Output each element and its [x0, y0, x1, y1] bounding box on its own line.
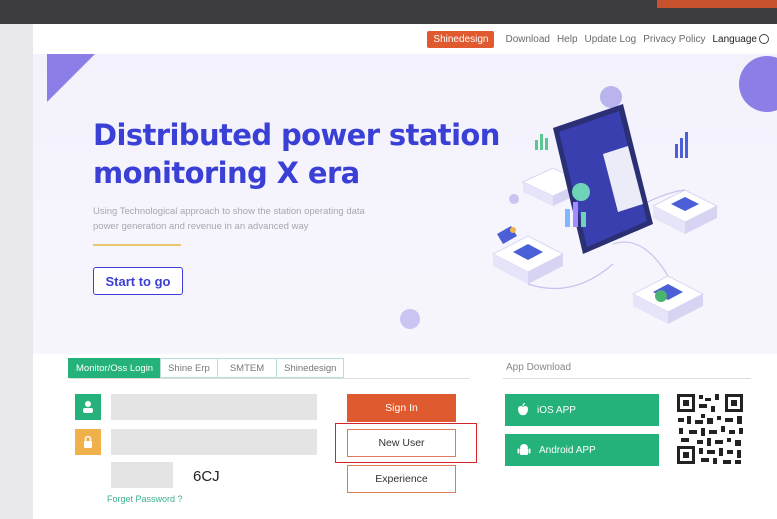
hero-title-line2: monitoring X era — [93, 156, 360, 190]
experience-button[interactable]: Experience — [347, 465, 456, 493]
hero-description: Using Technological approach to show the… — [93, 204, 433, 234]
start-to-go-button[interactable]: Start to go — [93, 267, 183, 295]
globe-icon — [759, 34, 769, 44]
decorative-triangle — [47, 54, 95, 102]
nav-update-log[interactable]: Update Log — [585, 34, 637, 45]
forgot-password-link[interactable]: Forget Password ? — [107, 494, 183, 504]
sign-in-button[interactable]: Sign In — [347, 394, 456, 422]
nav-privacy-policy[interactable]: Privacy Policy — [643, 34, 705, 45]
language-selector[interactable]: Language — [712, 33, 769, 45]
password-input[interactable] — [111, 429, 317, 455]
nav-download[interactable]: Download — [505, 34, 549, 45]
ios-app-button[interactable]: iOS APP — [505, 394, 659, 426]
captcha-code[interactable]: 6CJ — [193, 468, 220, 485]
browser-top-bar — [0, 0, 777, 24]
android-icon — [517, 444, 531, 455]
tab-shine-erp[interactable]: Shine Erp — [160, 358, 218, 378]
hero-divider — [93, 244, 181, 246]
qr-code-icon — [675, 392, 745, 466]
satellite-icon — [497, 226, 517, 244]
hero-title: Distributed power station monitoring X e… — [93, 116, 513, 192]
nav-help[interactable]: Help — [557, 34, 578, 45]
hero-desc-line1: Using Technological approach to show the… — [93, 206, 365, 217]
top-bar-accent — [657, 0, 777, 8]
apple-icon — [518, 403, 528, 416]
hero-banner: Distributed power station monitoring X e… — [33, 54, 777, 354]
login-page: Shinedesign Download Help Update Log Pri… — [33, 24, 777, 519]
status-dot-icon — [655, 290, 667, 302]
app-download-title: App Download — [506, 362, 572, 373]
new-user-button[interactable]: New User — [347, 429, 456, 457]
username-input[interactable] — [111, 394, 317, 420]
language-label: Language — [712, 33, 758, 45]
decorative-circle — [400, 309, 420, 329]
tab-monitor-oss-login[interactable]: Monitor/Oss Login — [68, 358, 162, 378]
android-app-button[interactable]: Android APP — [505, 434, 659, 466]
device-tile-icon — [631, 275, 705, 324]
tab-shinedesign[interactable]: Shinedesign — [276, 358, 345, 378]
shinedesign-button[interactable]: Shinedesign — [427, 30, 495, 48]
login-tabs: Monitor/Oss Login Shine Erp SMTEM Shined… — [68, 358, 345, 378]
chart-icon — [535, 134, 548, 150]
site-header: Shinedesign Download Help Update Log Pri… — [33, 24, 777, 54]
device-tile-icon — [651, 189, 719, 234]
captcha-input[interactable] — [111, 462, 173, 488]
login-divider — [69, 378, 469, 379]
hero-desc-line2: power generation and revenue in an advan… — [93, 221, 309, 232]
chart-icon — [675, 132, 688, 158]
monitoring-illustration — [491, 104, 719, 324]
tablet-dashboard-icon — [553, 104, 653, 254]
android-app-label: Android APP — [539, 444, 596, 456]
user-icon — [75, 394, 101, 420]
app-download-divider — [503, 378, 751, 379]
lock-icon — [75, 429, 101, 455]
tab-smtem[interactable]: SMTEM — [216, 358, 278, 378]
ios-app-label: iOS APP — [537, 404, 576, 416]
hero-title-line1: Distributed power station — [93, 118, 500, 152]
